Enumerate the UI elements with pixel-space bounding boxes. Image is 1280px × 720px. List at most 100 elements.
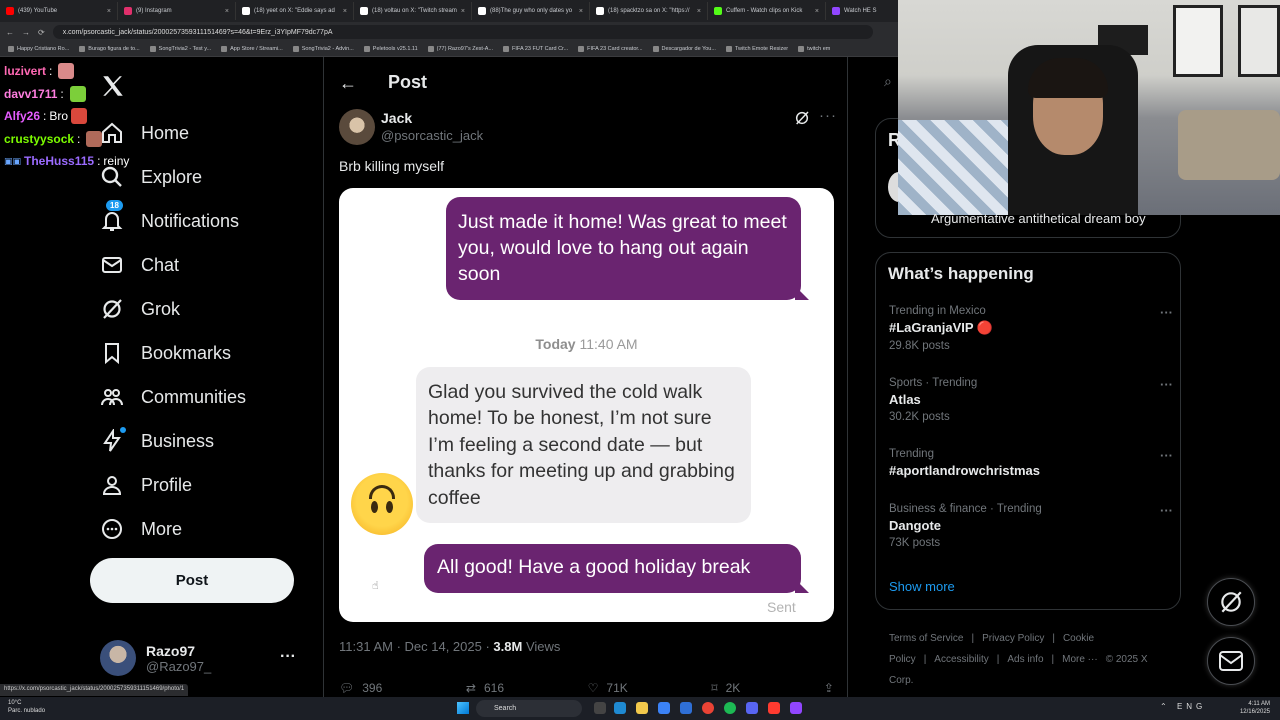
footer-link[interactable]: Privacy Policy: [982, 633, 1044, 644]
account-switcher[interactable]: Razo97 @Razo97_ ···: [100, 638, 310, 678]
browser-tab[interactable]: (88)The guy who only dates yo ×: [472, 2, 590, 20]
bookmark-label: twitch em: [807, 46, 831, 52]
close-tab-icon[interactable]: ×: [225, 8, 229, 15]
chat-colon: :: [43, 109, 47, 124]
close-tab-icon[interactable]: ×: [461, 8, 465, 15]
browser-tab[interactable]: (439) YouTube ×: [0, 2, 118, 20]
trend-item[interactable]: Business & finance · Trending Dangote 73…: [889, 503, 1173, 549]
show-more-link[interactable]: Show more: [889, 579, 955, 594]
nav-item-label: Communities: [141, 386, 247, 407]
bookmark-label: FIFA 23 FUT Card Cr...: [512, 46, 569, 52]
author-name[interactable]: Jack: [381, 110, 412, 126]
nav-item-more[interactable]: More: [100, 514, 182, 544]
bookmark-item[interactable]: Happy Cristiano Ro...: [8, 46, 69, 52]
nav-item-business[interactable]: Business: [100, 426, 214, 456]
taskbar-search[interactable]: Search: [476, 700, 582, 717]
discord-icon[interactable]: [746, 702, 758, 714]
bookmark-item[interactable]: FIFA 23 FUT Card Cr...: [503, 46, 568, 52]
store-icon[interactable]: [680, 702, 692, 714]
post-image[interactable]: Just made it home! Was great to meet you…: [339, 188, 834, 622]
browser-tab[interactable]: Cuffem - Watch clips on Kick ×: [708, 2, 826, 20]
more-dots-icon[interactable]: ···: [1160, 377, 1173, 392]
nav-item-chat[interactable]: Chat: [100, 250, 179, 280]
tab-title: (18) spacktzo sa on X: "https://: [608, 8, 690, 14]
nav-item-profile[interactable]: Profile: [100, 470, 192, 500]
trend-count: 29.8K posts: [889, 340, 950, 352]
footer-link[interactable]: Accessibility: [934, 654, 988, 665]
grok-icon: [1221, 591, 1242, 613]
close-tab-icon[interactable]: ×: [343, 8, 347, 15]
search-icon[interactable]: ⌕: [884, 73, 892, 90]
share-button[interactable]: ⇪: [824, 681, 834, 695]
reply-icon: 💬︎: [339, 681, 355, 695]
twitch-icon[interactable]: [790, 702, 802, 714]
author-handle[interactable]: @psorcastic_jack: [381, 128, 483, 143]
back-nav-icon[interactable]: ←: [6, 28, 14, 37]
mail-app-icon[interactable]: [658, 702, 670, 714]
footer-link[interactable]: Ads info: [1007, 654, 1043, 665]
browser-tab[interactable]: (18) yeet on X: "Eddie says ad ×: [236, 2, 354, 20]
post-button[interactable]: Post: [90, 558, 294, 603]
spotify-icon[interactable]: [724, 702, 736, 714]
nav-item-communities[interactable]: Communities: [100, 382, 246, 412]
clock[interactable]: 4:11 AM 12/16/2025: [1240, 700, 1270, 716]
footer-link[interactable]: Terms of Service: [889, 633, 963, 644]
bookmark-item[interactable]: FIFA 23 Card creator...: [578, 46, 643, 52]
nav-item-label: Notifications: [141, 210, 240, 231]
reload-icon[interactable]: ⟳: [38, 28, 45, 37]
bookmark-item[interactable]: SongTrivia2 - Test y...: [149, 46, 211, 52]
weather-widget[interactable]: 10°C Parc. nublado: [8, 699, 45, 715]
more-dots-icon[interactable]: ···: [1160, 305, 1173, 320]
forward-nav-icon[interactable]: →: [22, 28, 30, 37]
browser-tab[interactable]: (9) Instagram ×: [118, 2, 236, 20]
bookmark-item[interactable]: Descargador de You...: [652, 46, 716, 52]
bookmark-item[interactable]: Peletools v25.1.11: [363, 46, 418, 52]
bookmark-item[interactable]: Twitch Emote Resizer: [725, 46, 788, 52]
trend-item[interactable]: Sports · Trending Atlas 30.2K posts ···: [889, 377, 1173, 423]
post-time[interactable]: 11:31 AM · Dec 14, 2025 ·: [339, 639, 493, 654]
browser-tab[interactable]: (18) voltau on X: "Twitch stream ×: [354, 2, 472, 20]
bookmark-item[interactable]: (77) Razo97's Zest-A...: [427, 46, 493, 52]
more-dots-icon[interactable]: ···: [1160, 448, 1173, 463]
more-dots-icon[interactable]: ···: [1160, 503, 1173, 518]
more-dots-icon[interactable]: ···: [280, 648, 296, 666]
repost-button[interactable]: ⇄ 616: [466, 681, 504, 695]
like-button[interactable]: ♡ 71K: [588, 681, 628, 695]
chrome-icon[interactable]: [702, 702, 714, 714]
bookmark-button[interactable]: ⌑ 2K: [711, 681, 740, 695]
nav-item-grok[interactable]: Grok: [100, 294, 180, 324]
close-tab-icon[interactable]: ×: [815, 8, 819, 15]
close-tab-icon[interactable]: ×: [697, 8, 701, 15]
received-bubble: Glad you survived the cold walk home! To…: [416, 367, 751, 523]
url-field[interactable]: x.com/psorcastic_jack/status/20002573593…: [52, 25, 873, 39]
close-tab-icon[interactable]: ×: [107, 8, 111, 15]
windows-start-icon[interactable]: [457, 702, 469, 714]
bookmark-item[interactable]: App Store / Streami...: [221, 46, 283, 52]
tab-favicon-icon: [360, 7, 368, 15]
bookmark-item[interactable]: Burago figura de to...: [79, 46, 140, 52]
reply-button[interactable]: 💬︎ 396: [339, 681, 382, 695]
bookmark-item[interactable]: SongTrivia2 - Advin...: [292, 46, 354, 52]
system-tray-icons[interactable]: ⌃ ENG: [1160, 702, 1206, 711]
grok-icon[interactable]: [794, 110, 810, 126]
trend-item[interactable]: Trending #aportlandrowchristmas ···: [889, 448, 1173, 478]
edge-icon[interactable]: [614, 702, 626, 714]
sent-bubble-2: All good! Have a good holiday break: [424, 544, 809, 593]
nav-item-notifications[interactable]: 18 Notifications: [100, 200, 240, 236]
footer-link[interactable]: More ···: [1062, 654, 1098, 665]
close-tab-icon[interactable]: ×: [579, 8, 583, 15]
post-more-icon[interactable]: ···: [819, 107, 837, 124]
nav-item-bookmarks[interactable]: Bookmarks: [100, 338, 231, 368]
browser-tab[interactable]: (18) spacktzo sa on X: "https:// ×: [590, 2, 708, 20]
trend-item[interactable]: Trending in Mexico #LaGranjaVIP 🔴 29.8K …: [889, 305, 1173, 352]
task-view-icon[interactable]: [594, 702, 606, 714]
back-arrow-icon[interactable]: ←: [339, 73, 357, 94]
author-avatar[interactable]: [339, 109, 375, 145]
messages-fab-button[interactable]: [1207, 637, 1255, 685]
grok-fab-button[interactable]: [1207, 578, 1255, 626]
footer-separator: |: [971, 633, 975, 644]
file-explorer-icon[interactable]: [636, 702, 648, 714]
nav-item-label: Profile: [141, 474, 193, 495]
bookmark-item[interactable]: twitch em: [798, 46, 830, 52]
music-icon[interactable]: [768, 702, 780, 714]
